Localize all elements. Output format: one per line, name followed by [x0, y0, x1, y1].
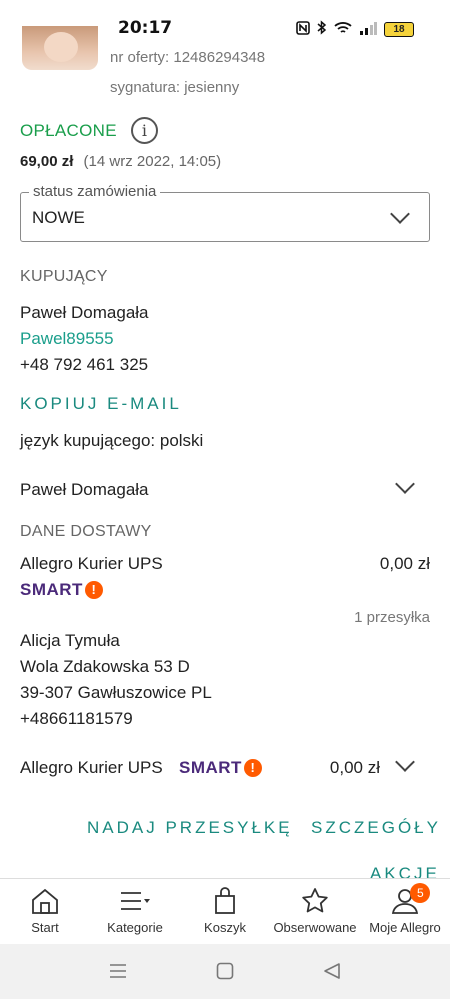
package-price: 0,00 zł: [329, 758, 380, 777]
nav-label: Kategorie: [107, 920, 163, 935]
buyer-name: Paweł Domagała: [20, 303, 149, 322]
nav-label: Moje Allegro: [369, 920, 441, 935]
info-icon[interactable]: i: [130, 117, 158, 144]
nav-start[interactable]: Start: [0, 879, 90, 944]
buyer-login-link[interactable]: Pawel89555: [20, 329, 114, 349]
delivery-section-title: DANE DOSTAWY: [20, 523, 152, 540]
order-status-value: NOWE: [32, 208, 85, 227]
nav-label: Start: [31, 920, 59, 935]
bluetooth-icon: [317, 20, 327, 39]
home-icon: [30, 887, 60, 915]
signal-icon: [359, 21, 377, 39]
smart-badge: SMART!: [20, 580, 103, 600]
nfc-icon: [296, 20, 310, 39]
back-icon[interactable]: [323, 962, 341, 985]
home-button-icon[interactable]: [216, 962, 234, 985]
send-package-button[interactable]: NADAJ PRZESYŁKĘ: [87, 818, 293, 838]
smart-badge: SMART!: [179, 758, 262, 778]
recipient-city: 39-307 Gawłuszowice PL: [20, 683, 212, 702]
delivery-method: Allegro Kurier UPS: [20, 554, 163, 573]
nav-watched[interactable]: Obserwowane: [270, 879, 360, 944]
smart-exclamation-icon: !: [243, 759, 262, 777]
payment-date: (14 wrz 2022, 14:05): [83, 153, 222, 170]
wifi-icon: [334, 21, 352, 39]
buyer-collapsed-name: Paweł Domagała: [20, 480, 149, 499]
details-button[interactable]: SZCZEGÓŁY: [311, 818, 441, 838]
battery-indicator: 18: [384, 22, 414, 37]
notification-badge: 5: [410, 883, 431, 903]
bottom-navigation: Start Kategorie Koszyk Obserwowane 5 Moj…: [0, 878, 450, 944]
shipment-count: 1 przesyłka: [354, 609, 430, 626]
status-icons: 18: [296, 20, 414, 39]
chevron-down-icon: [395, 474, 415, 494]
nav-my-allegro[interactable]: 5 Moje Allegro: [360, 879, 450, 944]
order-status-label: status zamówienia: [29, 183, 161, 200]
product-thumbnail[interactable]: [22, 26, 98, 70]
nav-label: Koszyk: [204, 920, 246, 935]
recipient-name: Alicja Tymuła: [20, 631, 120, 650]
payment-status-row: OPŁACONE i: [20, 117, 158, 144]
package-method: Allegro Kurier UPS: [20, 758, 163, 777]
delivery-price: 0,00 zł: [379, 554, 430, 573]
bag-icon: [214, 887, 236, 915]
payment-summary: 69,00 zł (14 wrz 2022, 14:05): [20, 153, 221, 170]
copy-email-button[interactable]: KOPIUJ E-MAIL: [20, 394, 182, 414]
offer-number: nr oferty: 12486294348: [110, 49, 266, 66]
recent-apps-icon[interactable]: [109, 962, 127, 985]
menu-icon: [119, 887, 151, 915]
recipient-street: Wola Zdakowska 53 D: [20, 657, 190, 676]
nav-categories[interactable]: Kategorie: [90, 879, 180, 944]
system-navigation: [0, 944, 450, 999]
buyer-language: język kupującego: polski: [20, 431, 204, 450]
offer-signature: sygnatura: jesienny: [110, 79, 240, 96]
buyer-section-title: KUPUJĄCY: [20, 268, 108, 285]
buyer-phone[interactable]: +48 792 461 325: [20, 355, 148, 375]
order-status-select[interactable]: status zamówienia NOWE: [20, 183, 430, 242]
recipient-phone[interactable]: +48661181579: [20, 709, 133, 729]
chevron-down-icon: [395, 752, 415, 772]
status-time: 20:17: [118, 18, 173, 38]
chevron-down-icon: [390, 204, 410, 224]
payment-status: OPŁACONE: [20, 120, 117, 140]
payment-amount: 69,00 zł: [20, 153, 74, 170]
nav-cart[interactable]: Koszyk: [180, 879, 270, 944]
nav-label: Obserwowane: [273, 920, 357, 935]
smart-exclamation-icon: !: [84, 581, 103, 599]
star-icon: [301, 887, 329, 915]
